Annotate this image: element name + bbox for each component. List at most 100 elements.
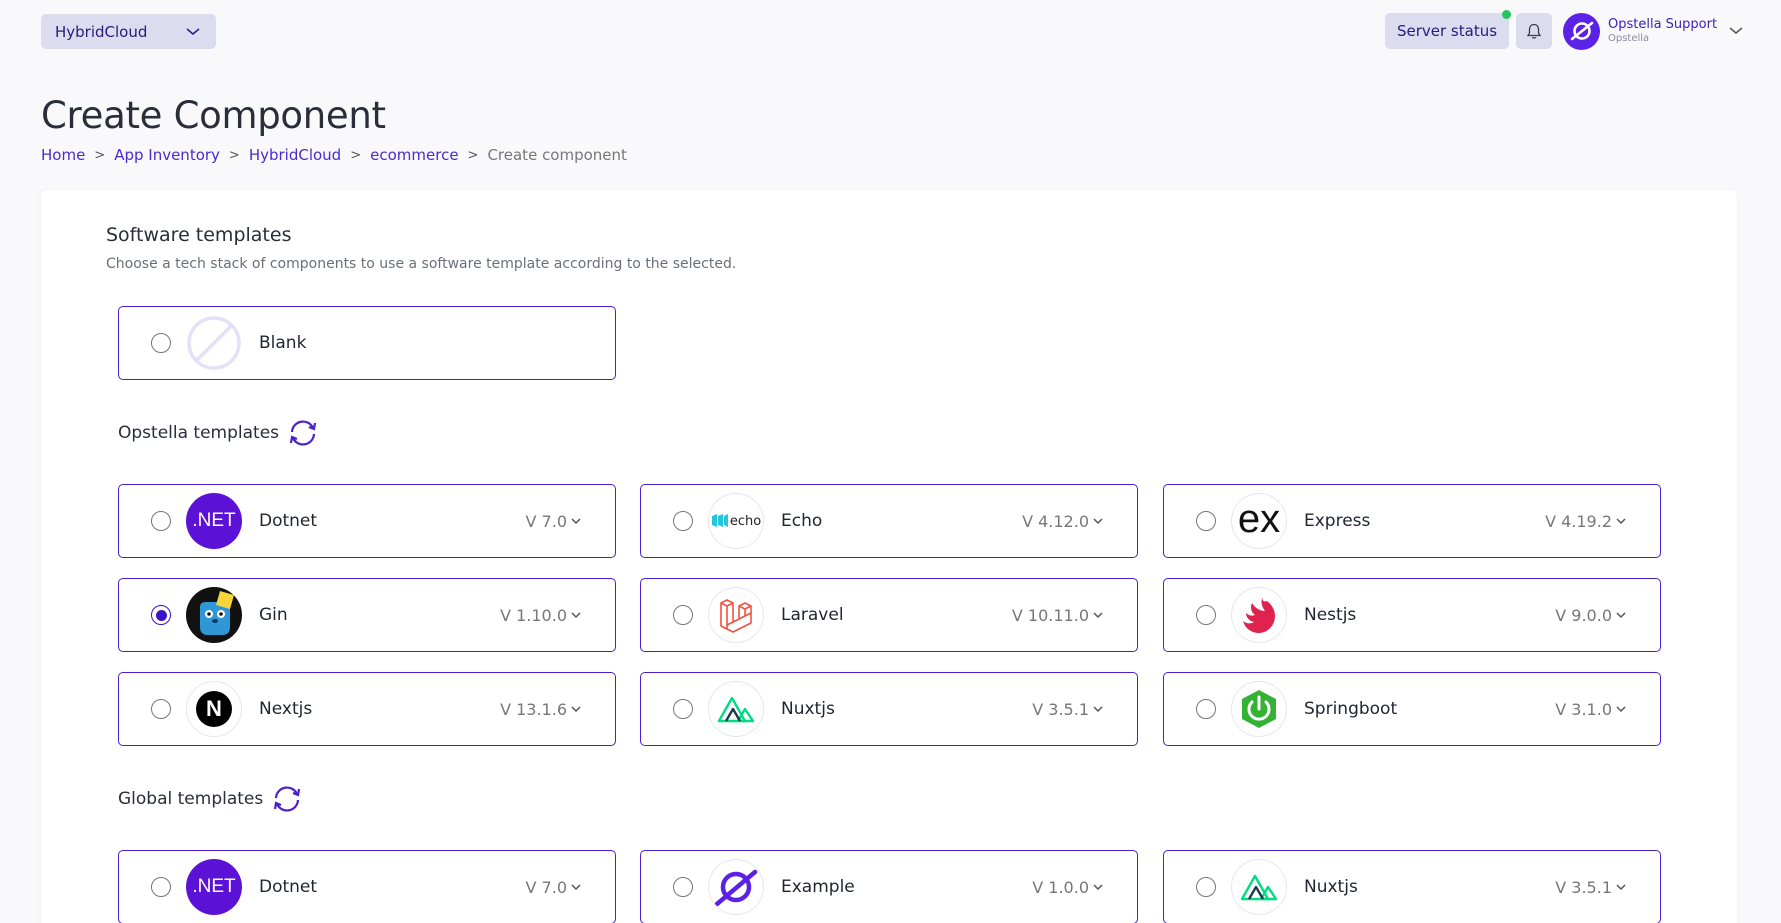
version-select[interactable]: V 1.0.0: [1032, 878, 1103, 897]
group-heading-label: Opstella templates: [118, 423, 280, 443]
chevron-down-icon: [1616, 518, 1626, 525]
breadcrumb-app-inventory[interactable]: App Inventory: [114, 146, 220, 164]
template-card-dotnet[interactable]: .NET Dotnet V 7.0: [118, 484, 616, 558]
template-radio[interactable]: [673, 605, 693, 625]
user-name: Opstella Support: [1608, 17, 1718, 33]
template-card-dotnet[interactable]: .NET Dotnet V 7.0: [118, 850, 616, 923]
template-card-nuxtjs[interactable]: Nuxtjs V 3.5.1: [640, 672, 1138, 746]
workspace-select[interactable]: HybridCloud: [41, 14, 216, 49]
blank-icon: [186, 315, 242, 371]
opstella-logo-icon: [1570, 21, 1593, 41]
template-card-laravel[interactable]: Laravel V 10.11.0: [640, 578, 1138, 652]
template-name: Laravel: [781, 605, 844, 625]
page-title: Create Component: [41, 94, 386, 137]
chevron-down-icon: [1093, 612, 1103, 619]
echo-icon: echo: [708, 493, 764, 549]
version-select[interactable]: V 1.10.0: [500, 606, 581, 625]
springboot-icon: [1231, 681, 1287, 737]
chevron-down-icon: [1616, 706, 1626, 713]
server-status-label: Server status: [1396, 22, 1498, 40]
template-radio[interactable]: [1196, 605, 1216, 625]
breadcrumb-separator: >: [350, 147, 362, 163]
server-status-button[interactable]: Server status: [1385, 10, 1511, 49]
user-menu[interactable]: Opstella Support Opstella: [1563, 12, 1743, 50]
notifications-button[interactable]: [1516, 13, 1552, 49]
template-name: Nextjs: [259, 699, 313, 719]
nestjs-icon: [1231, 587, 1287, 643]
nuxtjs-icon: [708, 681, 764, 737]
laravel-icon: [708, 587, 764, 643]
version-select[interactable]: V 3.5.1: [1032, 700, 1103, 719]
nextjs-icon: N: [186, 681, 242, 737]
template-name: Nuxtjs: [781, 699, 835, 719]
dotnet-icon: .NET: [186, 493, 242, 549]
chevron-down-icon: [571, 884, 581, 891]
template-radio[interactable]: [673, 877, 693, 897]
template-card-express[interactable]: ex Express V 4.19.2: [1163, 484, 1661, 558]
chevron-down-icon: [1616, 612, 1626, 619]
gin-icon: [186, 587, 242, 643]
template-card-springboot[interactable]: Springboot V 3.1.0: [1163, 672, 1661, 746]
template-radio[interactable]: [151, 877, 171, 897]
version-select[interactable]: V 13.1.6: [500, 700, 581, 719]
refresh-icon[interactable]: [271, 784, 303, 814]
avatar: [1563, 12, 1600, 50]
chevron-down-icon: [571, 518, 581, 525]
template-name: Dotnet: [259, 511, 318, 531]
template-name: Gin: [259, 605, 288, 625]
template-radio[interactable]: [151, 699, 171, 719]
dotnet-icon: .NET: [186, 859, 242, 915]
section-description: Choose a tech stack of components to use…: [106, 256, 737, 272]
version-select[interactable]: V 7.0: [526, 878, 581, 897]
template-card-blank[interactable]: Blank: [118, 306, 616, 380]
template-card-echo[interactable]: echo Echo V 4.12.0: [640, 484, 1138, 558]
template-card-gin[interactable]: Gin V 1.10.0: [118, 578, 616, 652]
version-select[interactable]: V 4.19.2: [1545, 512, 1626, 531]
breadcrumb-current: Create component: [487, 146, 627, 164]
template-radio[interactable]: [673, 511, 693, 531]
template-name: Echo: [781, 511, 823, 531]
chevron-down-icon: [1093, 706, 1103, 713]
version-select[interactable]: V 9.0.0: [1555, 606, 1626, 625]
section-heading: Software templates: [106, 224, 292, 246]
template-radio[interactable]: [151, 511, 171, 531]
status-online-indicator: [1502, 10, 1511, 19]
breadcrumb-home[interactable]: Home: [41, 146, 85, 164]
template-radio[interactable]: [151, 605, 171, 625]
refresh-icon[interactable]: [287, 418, 319, 448]
template-name: Dotnet: [259, 877, 318, 897]
chevron-down-icon: [186, 27, 200, 35]
chevron-down-icon: [571, 706, 581, 713]
version-select[interactable]: V 7.0: [526, 512, 581, 531]
breadcrumb-separator: >: [228, 147, 240, 163]
template-radio[interactable]: [1196, 877, 1216, 897]
template-card-nextjs[interactable]: N Nextjs V 13.1.6: [118, 672, 616, 746]
template-card-nuxtjs[interactable]: Nuxtjs V 3.5.1: [1163, 850, 1661, 923]
chevron-down-icon: [1729, 27, 1743, 34]
template-name: Nuxtjs: [1304, 877, 1358, 897]
breadcrumb-separator: >: [467, 147, 479, 163]
group-heading-label: Global templates: [118, 789, 264, 809]
template-radio[interactable]: [151, 333, 171, 353]
template-card-nestjs[interactable]: Nestjs V 9.0.0: [1163, 578, 1661, 652]
nuxtjs-icon: [1231, 859, 1287, 915]
express-icon: ex: [1231, 493, 1287, 549]
breadcrumb-workspace[interactable]: HybridCloud: [249, 146, 341, 164]
template-radio[interactable]: [673, 699, 693, 719]
version-select[interactable]: V 4.12.0: [1022, 512, 1103, 531]
version-select[interactable]: V 10.11.0: [1012, 606, 1103, 625]
template-card-example[interactable]: Example V 1.0.0: [640, 850, 1138, 923]
breadcrumb-app[interactable]: ecommerce: [370, 146, 458, 164]
chevron-down-icon: [1093, 518, 1103, 525]
template-name: Example: [781, 877, 855, 897]
chevron-down-icon: [1616, 884, 1626, 891]
breadcrumb: Home > App Inventory > HybridCloud > eco…: [41, 146, 627, 164]
template-radio[interactable]: [1196, 511, 1216, 531]
template-name: Blank: [259, 333, 307, 353]
version-select[interactable]: V 3.1.0: [1555, 700, 1626, 719]
version-select[interactable]: V 3.5.1: [1555, 878, 1626, 897]
breadcrumb-separator: >: [94, 147, 106, 163]
template-radio[interactable]: [1196, 699, 1216, 719]
template-name: Nestjs: [1304, 605, 1357, 625]
template-name: Express: [1304, 511, 1371, 531]
